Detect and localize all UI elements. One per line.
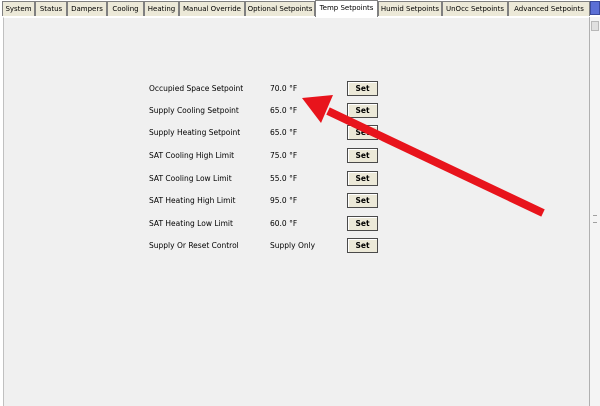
- set-button-sat-cooling-high[interactable]: Set: [347, 148, 378, 163]
- tab-status[interactable]: Status: [35, 1, 67, 16]
- set-button-supply-heating[interactable]: Set: [347, 125, 378, 140]
- setpoint-value: 60.0 °F: [270, 219, 298, 228]
- setpoint-value: 55.0 °F: [270, 174, 298, 183]
- tab-manual-override[interactable]: Manual Override: [179, 1, 245, 16]
- setpoint-label: Supply Or Reset Control: [149, 241, 239, 250]
- set-button-occupied-space[interactable]: Set: [347, 81, 378, 96]
- tab-unocc-setpoints[interactable]: UnOcc Setpoints: [442, 1, 508, 16]
- scroll-up-button[interactable]: [591, 21, 599, 31]
- set-button-supply-cooling[interactable]: Set: [347, 103, 378, 118]
- setpoint-label: Occupied Space Setpoint: [149, 84, 244, 93]
- tab-dampers[interactable]: Dampers: [67, 1, 107, 16]
- setpoint-label: SAT Cooling High Limit: [149, 151, 235, 160]
- setpoint-value: 70.0 °F: [270, 84, 298, 93]
- tab-humid-setpoints[interactable]: Humid Setpoints: [378, 1, 442, 16]
- temp-setpoints-panel: [3, 17, 589, 406]
- setpoint-label: Supply Cooling Setpoint: [149, 106, 239, 115]
- tab-corner-block: [590, 1, 600, 15]
- set-button-sat-heating-low[interactable]: Set: [347, 216, 378, 231]
- tab-optional-setpoints[interactable]: Optional Setpoints: [245, 1, 315, 16]
- tab-temp-setpoints[interactable]: Temp Setpoints: [315, 0, 378, 17]
- tab-advanced-setpoints[interactable]: Advanced Setpoints: [508, 1, 590, 16]
- vertical-scrollbar[interactable]: [589, 17, 600, 406]
- scroll-grip-icon[interactable]: [593, 215, 597, 223]
- set-button-sat-cooling-low[interactable]: Set: [347, 171, 378, 186]
- setpoint-value: Supply Only: [270, 241, 316, 250]
- setpoint-value: 75.0 °F: [270, 151, 298, 160]
- setpoint-label: SAT Heating High Limit: [149, 196, 236, 205]
- setpoint-value: 95.0 °F: [270, 196, 298, 205]
- setpoint-label: SAT Cooling Low Limit: [149, 174, 232, 183]
- tab-system[interactable]: System: [2, 1, 35, 16]
- tab-cooling[interactable]: Cooling: [107, 1, 144, 16]
- setpoint-label: SAT Heating Low Limit: [149, 219, 233, 228]
- setpoint-value: 65.0 °F: [270, 128, 298, 137]
- setpoint-label: Supply Heating Setpoint: [149, 128, 241, 137]
- tab-heating[interactable]: Heating: [144, 1, 179, 16]
- set-button-sat-heating-high[interactable]: Set: [347, 193, 378, 208]
- setpoint-value: 65.0 °F: [270, 106, 298, 115]
- set-button-supply-or-reset[interactable]: Set: [347, 238, 378, 253]
